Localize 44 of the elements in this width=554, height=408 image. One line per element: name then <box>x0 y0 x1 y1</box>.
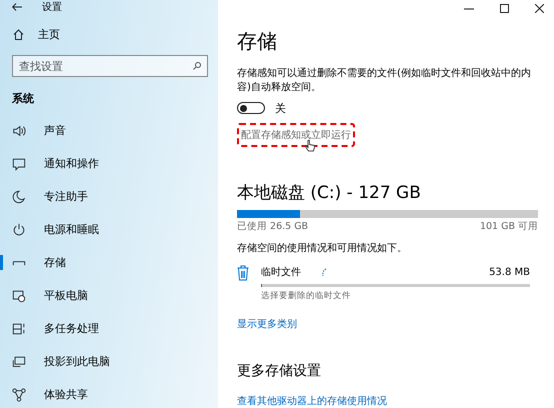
minimize-icon[interactable] <box>464 8 474 10</box>
power-icon <box>12 222 26 236</box>
tablet-icon <box>12 288 26 302</box>
section-heading: 系统 <box>11 91 35 107</box>
sidebar-item[interactable]: 电源和睡眠 <box>0 213 218 246</box>
sidebar-item[interactable]: 体验共享 <box>0 378 218 408</box>
close-icon[interactable] <box>535 4 544 14</box>
search-field[interactable]: 查找设置 <box>12 55 208 77</box>
description-text: 存储感知可以通过删除不需要的文件(例如临时文件和回收站中的内容)自动释放空间。 <box>237 66 532 95</box>
sidebar-item[interactable]: 平板电脑 <box>0 279 218 312</box>
show-more-link[interactable]: 显示更多类别 <box>237 317 297 331</box>
page-title: 存储 <box>237 28 278 55</box>
window-title: 设置 <box>42 0 62 14</box>
category-hint: 选择要删除的临时文件 <box>261 290 352 302</box>
usage-text: 存储空间的使用情况和可用情况如下。 <box>237 242 408 255</box>
back-icon[interactable] <box>12 3 22 11</box>
sidebar-item[interactable]: 专注助手 <box>0 180 218 213</box>
monitor-icon <box>12 354 26 368</box>
loading-spinner-icon <box>321 268 327 276</box>
free-label: 101 GB 可用 <box>480 220 538 233</box>
other-drives-link[interactable]: 查看其他驱动器上的存储使用情况 <box>237 394 387 408</box>
moon-icon <box>12 190 26 204</box>
search-icon <box>193 62 201 70</box>
category-name[interactable]: 临时文件 <box>261 265 301 279</box>
sidebar-item[interactable]: 投影到此电脑 <box>0 345 218 378</box>
sidebar-item[interactable]: 多任务处理 <box>0 312 218 345</box>
sidebar-item[interactable]: 存储 <box>0 246 218 279</box>
home-icon <box>13 29 24 40</box>
hand-cursor-icon <box>305 138 315 152</box>
window-split-icon <box>12 322 26 336</box>
used-label: 已使用 26.5 GB <box>237 220 308 233</box>
speech-bubble-icon <box>12 156 26 170</box>
toggle-label: 关 <box>275 100 286 116</box>
trash-icon <box>237 265 249 281</box>
disk-title: 本地磁盘 (C:) - 127 GB <box>237 182 422 204</box>
sidebar-item[interactable]: 声音 <box>0 114 218 147</box>
toggle-switch[interactable] <box>237 102 265 114</box>
maximize-icon[interactable] <box>500 4 509 14</box>
network-icon <box>12 388 26 402</box>
speaker-icon <box>12 124 26 138</box>
sidebar-item[interactable]: 通知和操作 <box>0 147 218 180</box>
category-size: 53.8 MB <box>489 266 530 278</box>
section-heading: 更多存储设置 <box>237 362 322 380</box>
home-link[interactable]: 主页 <box>38 27 60 42</box>
